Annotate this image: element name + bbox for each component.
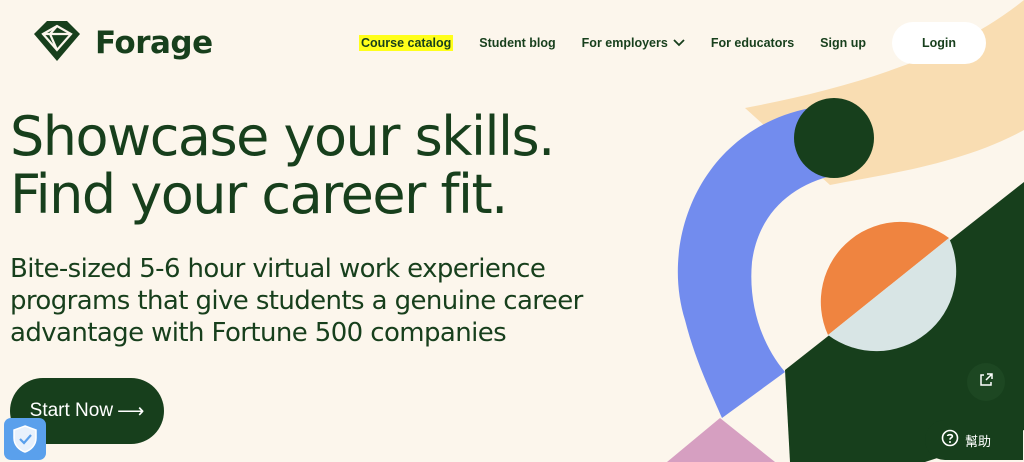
forage-diamond-icon [33,20,81,66]
login-button[interactable]: Login [892,22,986,64]
hero-title: Showcase your skills. Find your career f… [10,108,650,224]
chevron-down-icon [673,36,685,50]
share-icon [978,372,994,392]
hero-title-line-2: Find your career fit. [10,163,508,226]
nav-course-catalog[interactable]: Course catalog [358,35,454,51]
brand-name: Forage [95,25,213,61]
forage-logo[interactable]: Forage [33,20,213,66]
top-nav: Course catalog Student blog For employer… [358,22,986,64]
hero-subtitle-line-3: advantage with Fortune 500 companies [10,318,507,348]
hero-subtitle: Bite-sized 5-6 hour virtual work experie… [10,253,630,349]
help-button[interactable]: 幫助 [925,420,1023,460]
question-circle-icon [941,429,959,451]
help-label: 幫助 [965,434,992,450]
nav-sign-up[interactable]: Sign up [820,36,866,50]
green-circle-shape [794,98,874,178]
share-button[interactable] [967,363,1005,401]
arrow-right-icon: ⟶ [117,400,145,422]
hero-subtitle-line-1: Bite-sized 5-6 hour virtual work experie… [10,254,546,284]
nav-for-employers-label: For employers [581,36,668,50]
shield-check-icon[interactable] [4,418,46,460]
nav-student-blog[interactable]: Student blog [479,36,555,50]
nav-for-employers[interactable]: For employers [582,36,685,50]
nav-course-catalog-label: Course catalog [358,35,454,51]
hero-subtitle-line-2: programs that give students a genuine ca… [10,286,583,316]
nav-for-educators[interactable]: For educators [711,36,794,50]
pink-triangle-shape [667,418,775,462]
hero-title-line-1: Showcase your skills. [10,105,555,168]
